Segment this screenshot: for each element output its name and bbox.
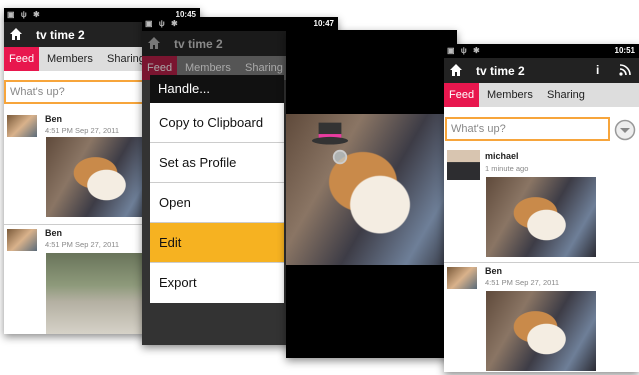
menu-item-set-profile[interactable]: Set as Profile xyxy=(150,143,284,183)
tab-feed[interactable]: Feed xyxy=(4,47,40,71)
app-bar: tv time 2 i xyxy=(444,58,639,83)
post-photo[interactable] xyxy=(46,253,156,334)
status-input[interactable]: What's up? xyxy=(445,117,610,141)
avatar xyxy=(447,150,480,180)
app-title: tv time 2 xyxy=(36,28,85,42)
app-title: tv time 2 xyxy=(174,37,223,51)
post-photo[interactable] xyxy=(46,137,156,217)
menu-item-export[interactable]: Export xyxy=(150,263,284,302)
post-photo[interactable] xyxy=(486,177,596,257)
post-photo[interactable] xyxy=(486,291,596,371)
phone-screen-image-viewer xyxy=(286,30,457,358)
notification-icons: ▣ ψ ✱ xyxy=(447,46,482,55)
dropdown-icon[interactable] xyxy=(614,119,636,141)
status-time: 10:51 xyxy=(614,46,635,55)
status-bar: ▣ ψ ✱ 10:47 xyxy=(142,17,338,31)
post-author: Ben xyxy=(45,114,63,124)
feed-item[interactable]: Ben 4:51 PM Sep 27, 2011 xyxy=(444,264,639,372)
notification-icons: ▣ ψ ✱ xyxy=(7,10,42,19)
context-menu: Handle... Copy to Clipboard Set as Profi… xyxy=(150,75,284,303)
avatar xyxy=(7,115,37,137)
home-icon xyxy=(148,37,160,49)
status-input[interactable]: What's up? xyxy=(4,80,152,104)
notification-icons: ▣ ψ ✱ xyxy=(145,19,180,28)
tab-sharing[interactable]: Sharing xyxy=(542,83,590,107)
post-timestamp: 4:51 PM Sep 27, 2011 xyxy=(485,278,560,287)
menu-title: Handle... xyxy=(150,75,284,103)
app-title: tv time 2 xyxy=(476,64,525,78)
tab-members[interactable]: Members xyxy=(42,47,98,71)
avatar xyxy=(7,229,37,251)
post-timestamp: 1 minute ago xyxy=(485,164,529,173)
tab-feed[interactable]: Feed xyxy=(444,83,480,107)
post-author: Ben xyxy=(45,228,63,238)
divider xyxy=(444,262,639,263)
home-icon[interactable] xyxy=(449,63,463,77)
top-hat-sticker xyxy=(311,122,349,145)
menu-item-copy[interactable]: Copy to Clipboard xyxy=(150,103,284,143)
post-author: michael xyxy=(485,151,519,161)
menu-item-edit[interactable]: Edit xyxy=(150,223,284,263)
menu-item-open[interactable]: Open xyxy=(150,183,284,223)
feed-item[interactable]: michael 1 minute ago xyxy=(444,147,639,265)
phone-screen-feed-updated: ▣ ψ ✱ 10:51 tv time 2 i Feed Members Sha… xyxy=(444,44,639,372)
tab-members[interactable]: Members xyxy=(482,83,538,107)
monocle-sticker xyxy=(332,149,348,165)
tab-bar: Feed Members Sharing xyxy=(444,83,639,107)
info-icon[interactable]: i xyxy=(596,63,599,77)
status-bar: ▣ ψ ✱ 10:51 xyxy=(444,44,639,58)
rss-icon[interactable] xyxy=(619,64,631,76)
status-time: 10:47 xyxy=(313,19,334,28)
post-timestamp: 4:51 PM Sep 27, 2011 xyxy=(45,126,120,135)
avatar xyxy=(447,267,477,289)
post-timestamp: 4:51 PM Sep 27, 2011 xyxy=(45,240,120,249)
post-author: Ben xyxy=(485,266,503,276)
home-icon[interactable] xyxy=(9,27,23,41)
